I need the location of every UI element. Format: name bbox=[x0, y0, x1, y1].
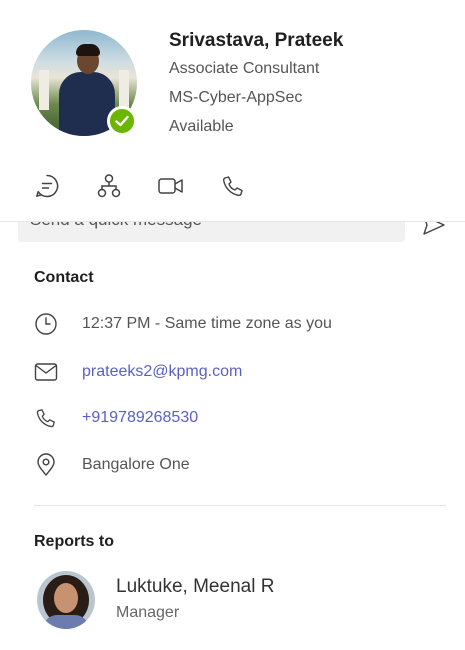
location-pin-icon bbox=[34, 453, 58, 477]
profile-header: Srivastava, Prateek Associate Consultant… bbox=[0, 0, 465, 222]
location-text: Bangalore One bbox=[82, 456, 190, 473]
video-call-button[interactable] bbox=[155, 172, 187, 200]
chat-button[interactable] bbox=[31, 172, 63, 200]
mail-icon bbox=[34, 360, 58, 384]
phone-row[interactable]: +919789268530 bbox=[34, 406, 198, 430]
email-row[interactable]: prateeks2@kpmg.com bbox=[34, 360, 242, 384]
profile-status: Available bbox=[169, 118, 234, 135]
location-row: Bangalore One bbox=[34, 453, 190, 477]
local-time-text: 12:37 PM - Same time zone as you bbox=[82, 315, 332, 332]
action-bar bbox=[31, 172, 279, 200]
contact-heading: Contact bbox=[34, 269, 94, 286]
phone-link[interactable]: +919789268530 bbox=[82, 409, 198, 427]
clock-icon bbox=[34, 312, 58, 336]
manager-name[interactable]: Luktuke, Meenal R bbox=[116, 576, 274, 598]
profile-department: MS-Cyber-AppSec bbox=[169, 89, 303, 106]
org-chart-icon bbox=[97, 174, 121, 198]
local-time-row: 12:37 PM - Same time zone as you bbox=[34, 312, 332, 336]
org-chart-button[interactable] bbox=[93, 172, 125, 200]
phone-call-icon bbox=[222, 176, 243, 197]
phone-call-button[interactable] bbox=[217, 172, 249, 200]
profile-title: Associate Consultant bbox=[169, 60, 320, 77]
header-divider bbox=[0, 221, 465, 222]
manager-role: Manager bbox=[116, 604, 180, 621]
chat-icon bbox=[36, 174, 59, 198]
reports-to-heading: Reports to bbox=[34, 533, 114, 550]
section-divider bbox=[34, 505, 446, 506]
phone-icon bbox=[34, 406, 58, 430]
video-call-icon bbox=[158, 178, 183, 194]
profile-avatar[interactable] bbox=[31, 30, 137, 136]
presence-available-icon bbox=[107, 106, 137, 136]
profile-name: Srivastava, Prateek bbox=[169, 30, 344, 51]
manager-avatar[interactable] bbox=[37, 571, 95, 629]
email-link[interactable]: prateeks2@kpmg.com bbox=[82, 363, 242, 381]
